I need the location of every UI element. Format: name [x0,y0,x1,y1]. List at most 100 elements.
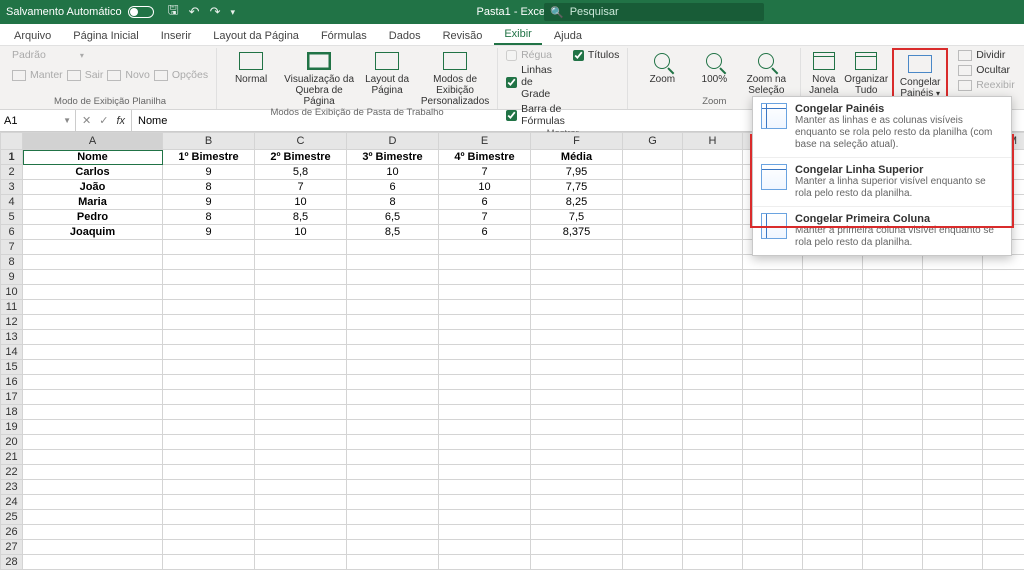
cell-K23[interactable] [863,480,923,495]
cell-G8[interactable] [623,255,683,270]
row-header-16[interactable]: 16 [1,375,23,390]
cell-L23[interactable] [923,480,983,495]
cell-B13[interactable] [163,330,255,345]
cell-K16[interactable] [863,375,923,390]
cell-I28[interactable] [743,555,803,570]
cell-G2[interactable] [623,165,683,180]
cell-C13[interactable] [255,330,347,345]
row-16[interactable]: 16 [1,375,1024,390]
tab-pagina-inicial[interactable]: Página Inicial [63,27,148,45]
cell-L26[interactable] [923,525,983,540]
row-header-24[interactable]: 24 [1,495,23,510]
cell-E25[interactable] [439,510,531,525]
cell-H24[interactable] [683,495,743,510]
arrange-all-button[interactable]: Organizar Tudo [844,48,888,96]
cell-E1[interactable]: 4º Bimestre [439,150,531,165]
cell-A27[interactable] [23,540,163,555]
cell-L24[interactable] [923,495,983,510]
cell-J24[interactable] [803,495,863,510]
cell-F5[interactable]: 7,5 [531,210,623,225]
cell-H7[interactable] [683,240,743,255]
cell-H18[interactable] [683,405,743,420]
cell-G3[interactable] [623,180,683,195]
cell-J14[interactable] [803,345,863,360]
cell-D7[interactable] [347,240,439,255]
cell-J9[interactable] [803,270,863,285]
row-26[interactable]: 26 [1,525,1024,540]
cell-M18[interactable] [983,405,1024,420]
cell-D27[interactable] [347,540,439,555]
page-layout-button[interactable]: Layout da Página [359,48,415,96]
cell-E22[interactable] [439,465,531,480]
row-header-6[interactable]: 6 [1,225,23,240]
cell-M20[interactable] [983,435,1024,450]
cell-A21[interactable] [23,450,163,465]
cell-J13[interactable] [803,330,863,345]
row-27[interactable]: 27 [1,540,1024,555]
cell-C21[interactable] [255,450,347,465]
cell-F27[interactable] [531,540,623,555]
cell-M19[interactable] [983,420,1024,435]
toggle-switch-icon[interactable] [128,6,154,18]
cell-K14[interactable] [863,345,923,360]
cell-C14[interactable] [255,345,347,360]
cell-I17[interactable] [743,390,803,405]
cell-F3[interactable]: 7,75 [531,180,623,195]
cell-F25[interactable] [531,510,623,525]
row-header-4[interactable]: 4 [1,195,23,210]
cell-D26[interactable] [347,525,439,540]
cell-M10[interactable] [983,285,1024,300]
cell-D18[interactable] [347,405,439,420]
cell-D2[interactable]: 10 [347,165,439,180]
cell-A5[interactable]: Pedro [23,210,163,225]
cell-L11[interactable] [923,300,983,315]
cell-G12[interactable] [623,315,683,330]
cell-B8[interactable] [163,255,255,270]
cell-I10[interactable] [743,285,803,300]
cell-E5[interactable]: 7 [439,210,531,225]
cell-A19[interactable] [23,420,163,435]
cell-A3[interactable]: João [23,180,163,195]
headings-checkbox[interactable]: Títulos [571,48,622,62]
cell-H4[interactable] [683,195,743,210]
cell-I11[interactable] [743,300,803,315]
tab-revisao[interactable]: Revisão [433,27,493,45]
cell-M14[interactable] [983,345,1024,360]
cell-K12[interactable] [863,315,923,330]
cell-L9[interactable] [923,270,983,285]
col-header-A[interactable]: A [23,133,163,150]
cell-B6[interactable]: 9 [163,225,255,240]
col-header-H[interactable]: H [683,133,743,150]
cell-D23[interactable] [347,480,439,495]
cell-B27[interactable] [163,540,255,555]
cell-H19[interactable] [683,420,743,435]
cell-D17[interactable] [347,390,439,405]
row-8[interactable]: 8 [1,255,1024,270]
cell-D8[interactable] [347,255,439,270]
cell-G15[interactable] [623,360,683,375]
cell-C11[interactable] [255,300,347,315]
cell-F2[interactable]: 7,95 [531,165,623,180]
cell-D25[interactable] [347,510,439,525]
cell-C10[interactable] [255,285,347,300]
hide-button[interactable]: Ocultar [956,63,1017,77]
search-box[interactable]: 🔍 [544,3,764,21]
cell-C26[interactable] [255,525,347,540]
col-header-B[interactable]: B [163,133,255,150]
row-header-2[interactable]: 2 [1,165,23,180]
cell-G5[interactable] [623,210,683,225]
cell-L21[interactable] [923,450,983,465]
cell-H28[interactable] [683,555,743,570]
cell-H13[interactable] [683,330,743,345]
cell-M24[interactable] [983,495,1024,510]
cell-C12[interactable] [255,315,347,330]
cell-I21[interactable] [743,450,803,465]
cell-H3[interactable] [683,180,743,195]
tab-formulas[interactable]: Fórmulas [311,27,377,45]
cell-E10[interactable] [439,285,531,300]
cell-E16[interactable] [439,375,531,390]
cell-G4[interactable] [623,195,683,210]
cell-H16[interactable] [683,375,743,390]
cell-J17[interactable] [803,390,863,405]
cell-M23[interactable] [983,480,1024,495]
